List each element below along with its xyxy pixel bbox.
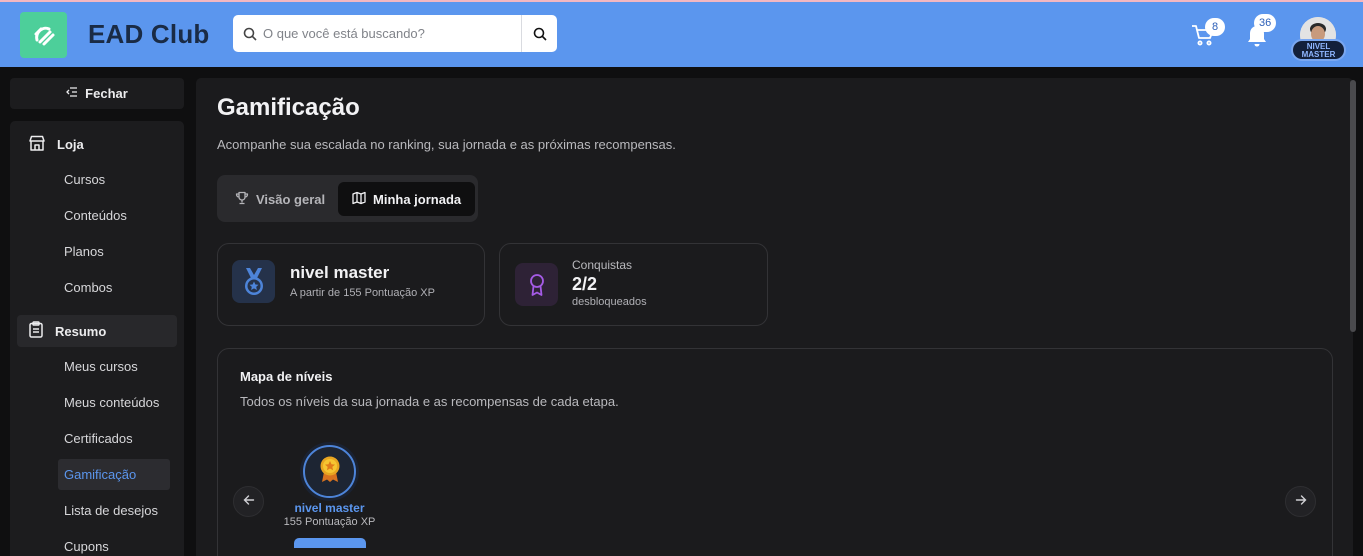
search-icon bbox=[233, 27, 261, 41]
sidebar-group-resumo[interactable]: Resumo bbox=[17, 315, 177, 347]
sidebar-item-meus-cursos[interactable]: Meus cursos bbox=[58, 351, 170, 382]
arrow-right-icon bbox=[1295, 493, 1307, 511]
current-level-card: nivel master A partir de 155 Pontuação X… bbox=[217, 243, 485, 326]
medal-star-icon bbox=[232, 260, 275, 303]
user-level-line2: MASTER bbox=[1301, 50, 1336, 59]
sidebar-item-conteudos[interactable]: Conteúdos bbox=[58, 200, 170, 231]
sidebar-item-planos[interactable]: Planos bbox=[58, 236, 170, 267]
trophy-icon bbox=[235, 191, 249, 208]
sidebar-item-cupons[interactable]: Cupons bbox=[58, 531, 170, 556]
arrow-left-icon bbox=[243, 493, 255, 511]
store-icon bbox=[28, 135, 46, 154]
search-bar bbox=[233, 15, 557, 52]
cart-count-badge: 8 bbox=[1205, 18, 1225, 36]
tab-minha-jornada[interactable]: Minha jornada bbox=[338, 182, 476, 216]
sidebar-item-lista-de-desejos[interactable]: Lista de desejos bbox=[58, 495, 170, 526]
page-title: Gamificação bbox=[217, 94, 360, 121]
user-level-badge: NIVEL MASTER bbox=[1291, 39, 1346, 61]
sidebar-item-meus-conteudos[interactable]: Meus conteúdos bbox=[58, 387, 170, 418]
tab-label: Visão geral bbox=[256, 191, 326, 207]
level-medal[interactable] bbox=[303, 445, 356, 498]
scrollbar[interactable] bbox=[1350, 80, 1356, 332]
sidebar-group-label: Loja bbox=[57, 136, 84, 152]
map-level-points: 155 Pontuação XP bbox=[283, 516, 376, 528]
sidebar-group-loja[interactable]: Loja bbox=[17, 128, 177, 160]
sidebar-item-cursos[interactable]: Cursos bbox=[58, 164, 170, 195]
sidebar-item-certificados[interactable]: Certificados bbox=[58, 423, 170, 454]
award-ribbon-icon bbox=[515, 263, 558, 306]
map-level-name: nivel master bbox=[294, 501, 365, 515]
sidebar-nav: Loja Cursos Conteúdos Planos Combos Resu… bbox=[10, 121, 184, 556]
gold-medal-icon bbox=[318, 455, 342, 488]
achievements-value: 2/2 bbox=[572, 274, 598, 294]
ead-logo-icon[interactable] bbox=[20, 12, 67, 58]
clipboard-icon bbox=[28, 321, 44, 341]
sidebar-item-combos[interactable]: Combos bbox=[58, 272, 170, 303]
level-map-title: Mapa de níveis bbox=[240, 369, 333, 384]
page-subtitle: Acompanhe sua escalada no ranking, sua j… bbox=[217, 137, 676, 152]
level-map-subtitle: Todos os níveis da sua jornada e as reco… bbox=[240, 394, 619, 409]
sidebar-group-label: Resumo bbox=[55, 323, 107, 339]
view-tabs: Visão geral Minha jornada bbox=[217, 175, 478, 222]
achievements-card: Conquistas 2/2 desbloqueados bbox=[499, 243, 768, 326]
tab-visao-geral[interactable]: Visão geral bbox=[221, 182, 339, 216]
notifications-count-badge: 36 bbox=[1254, 14, 1277, 32]
search-button[interactable] bbox=[521, 15, 557, 52]
map-icon bbox=[352, 191, 366, 208]
top-header: EAD Club 8 36 NIVEL MASTER bbox=[0, 0, 1363, 67]
next-level-button[interactable] bbox=[1285, 486, 1316, 517]
level-name: nivel master bbox=[290, 263, 390, 282]
search-input[interactable] bbox=[261, 15, 521, 52]
level-threshold: A partir de 155 Pontuação XP bbox=[290, 287, 435, 299]
tab-label: Minha jornada bbox=[373, 191, 462, 207]
sidebar-item-gamificacao[interactable]: Gamificação bbox=[58, 459, 170, 490]
achievements-label: Conquistas bbox=[572, 258, 633, 272]
collapse-menu-icon bbox=[66, 86, 78, 101]
close-sidebar-button[interactable]: Fechar bbox=[10, 78, 184, 109]
close-label: Fechar bbox=[85, 86, 128, 101]
current-level-indicator bbox=[294, 538, 366, 548]
achievements-subtitle: desbloqueados bbox=[572, 296, 647, 308]
brand-name[interactable]: EAD Club bbox=[88, 19, 209, 50]
